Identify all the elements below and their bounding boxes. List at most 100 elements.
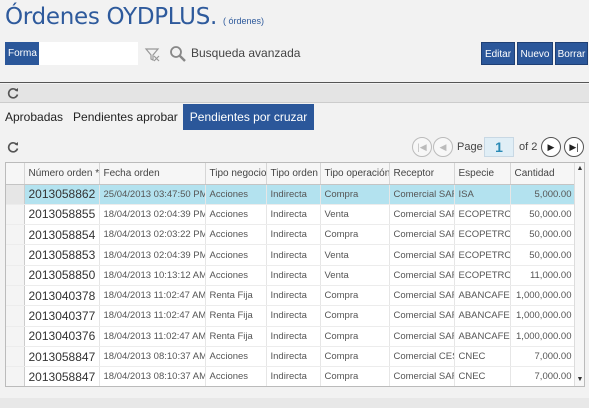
refresh-icon[interactable] [6, 86, 20, 100]
scroll-up-icon[interactable]: ▲ [576, 165, 584, 173]
cell-cantidad: 50,000.00 [510, 204, 576, 226]
cell-tipo-orden: Indirecta [266, 366, 321, 386]
cell-numero-orden: 2013040377 [24, 305, 100, 327]
table-row[interactable]: 2013040376 18/04/2013 11:02:47 AM Renta … [6, 326, 576, 347]
column-header-tipo-operacion[interactable]: Tipo operación [320, 163, 390, 185]
filter-clear-icon[interactable] [143, 45, 161, 63]
search-icon[interactable] [169, 45, 187, 63]
column-header-numero-orden[interactable]: Número orden * [24, 163, 100, 185]
cell-tipo-operacion: Compra [320, 346, 390, 368]
cell-tipo-orden: Indirecta [266, 305, 321, 327]
prev-page-icon[interactable]: ◀ [433, 137, 453, 157]
orders-grid: Número orden * Fecha orden Tipo negocio … [5, 162, 585, 387]
cell-tipo-operacion: Compra [320, 184, 390, 205]
cell-tipo-orden: Indirecta [266, 326, 321, 347]
page-subtitle-link[interactable]: ( órdenes) [223, 16, 264, 26]
tab-aprobadas[interactable]: Aprobadas [0, 104, 68, 130]
cell-fecha-orden: 18/04/2013 02:03:22 PM [99, 224, 206, 246]
table-row[interactable]: 2013040378 18/04/2013 11:02:47 AM Renta … [6, 285, 576, 307]
column-header-receptor[interactable]: Receptor [389, 163, 455, 185]
cell-tipo-negocio: Acciones [205, 265, 267, 286]
scroll-down-icon[interactable]: ▼ [576, 376, 584, 384]
row-selector[interactable] [6, 244, 25, 266]
table-row[interactable]: 2013040377 18/04/2013 11:02:47 AM Renta … [6, 305, 576, 327]
grid-refresh-icon[interactable] [6, 140, 20, 154]
cell-tipo-negocio: Acciones [205, 244, 267, 266]
row-selector[interactable] [6, 305, 25, 327]
column-header-tipo-negocio[interactable]: Tipo negocio [205, 163, 267, 185]
new-button[interactable]: Nuevo [517, 42, 553, 65]
cell-numero-orden: 2013058847 [24, 366, 100, 386]
cell-fecha-orden: 18/04/2013 08:10:37 AM [99, 346, 206, 368]
cell-fecha-orden: 18/04/2013 02:04:39 PM [99, 244, 206, 266]
tab-pendientes-aprobar[interactable]: Pendientes aprobar [68, 104, 183, 130]
table-row[interactable]: 2013058847 18/04/2013 08:10:37 AM Accion… [6, 346, 576, 368]
cell-fecha-orden: 18/04/2013 11:02:47 AM [99, 326, 206, 347]
next-page-icon[interactable]: ▶ [541, 137, 561, 157]
footer-strip [0, 398, 589, 408]
orders-table: Número orden * Fecha orden Tipo negocio … [6, 163, 576, 386]
row-selector[interactable] [6, 285, 25, 307]
cell-receptor: Comercial SAR [389, 184, 455, 205]
vertical-scrollbar[interactable]: ▲ ▼ [574, 163, 584, 386]
row-selector[interactable] [6, 204, 25, 226]
page-number-input[interactable]: 1 [484, 137, 514, 157]
table-row[interactable]: 2013058847 18/04/2013 08:10:37 AM Accion… [6, 366, 576, 386]
table-row[interactable]: 2013058855 18/04/2013 02:04:39 PM Accion… [6, 204, 576, 226]
cell-numero-orden: 2013058862 [24, 184, 100, 205]
cell-receptor: Comercial SAR [389, 204, 455, 226]
cell-fecha-orden: 18/04/2013 08:10:37 AM [99, 366, 206, 386]
cell-especie: ABANCAFE [454, 285, 511, 307]
page-count-label: of 2 [519, 141, 538, 153]
table-row[interactable]: 2013058854 18/04/2013 02:03:22 PM Accion… [6, 224, 576, 246]
first-page-icon[interactable]: |◀ [412, 137, 432, 157]
cell-cantidad: 5,000.00 [510, 184, 576, 205]
cell-tipo-negocio: Renta Fija [205, 285, 267, 307]
table-row[interactable]: 2013058862 25/04/2013 03:47:50 PM Accion… [6, 184, 576, 205]
delete-button[interactable]: Borrar [555, 42, 588, 65]
cell-tipo-orden: Indirecta [266, 184, 321, 205]
edit-button[interactable]: Editar [481, 42, 515, 65]
table-row[interactable]: 2013058853 18/04/2013 02:04:39 PM Accion… [6, 244, 576, 266]
column-header-fecha-orden[interactable]: Fecha orden [99, 163, 206, 185]
main-toolbar: Forma Busqueda avanzada Editar Nuevo Bor… [5, 41, 588, 66]
row-selector[interactable] [6, 224, 25, 246]
advanced-search-link[interactable]: Busqueda avanzada [191, 46, 300, 60]
cell-receptor: Comercial SAR [389, 305, 455, 327]
column-header-tipo-orden[interactable]: Tipo orden [266, 163, 321, 185]
cell-cantidad: 1,000,000.00 [510, 285, 576, 307]
table-row[interactable]: 2013058850 18/04/2013 10:13:12 AM Accion… [6, 265, 576, 286]
cell-especie: ECOPETROL [454, 224, 511, 246]
cell-cantidad: 50,000.00 [510, 244, 576, 266]
row-selector[interactable] [6, 326, 25, 347]
divider [0, 82, 589, 83]
row-selector[interactable] [6, 184, 25, 205]
column-header-especie[interactable]: Especie [454, 163, 511, 185]
cell-tipo-operacion: Compra [320, 224, 390, 246]
column-header-cantidad[interactable]: Cantidad [510, 163, 576, 185]
forma-input[interactable] [39, 42, 138, 65]
cell-especie: CNEC [454, 366, 511, 386]
cell-tipo-operacion: Venta [320, 244, 390, 266]
forma-label: Forma [5, 42, 39, 65]
cell-tipo-orden: Indirecta [266, 346, 321, 368]
cell-especie: ECOPETROL [454, 244, 511, 266]
cell-receptor: Comercial SAR [389, 285, 455, 307]
row-selector[interactable] [6, 366, 25, 386]
cell-fecha-orden: 18/04/2013 10:13:12 AM [99, 265, 206, 286]
cell-especie: ABANCAFE [454, 326, 511, 347]
cell-tipo-negocio: Renta Fija [205, 305, 267, 327]
row-selector[interactable] [6, 265, 25, 286]
cell-especie: CNEC [454, 346, 511, 368]
cell-tipo-operacion: Compra [320, 366, 390, 386]
orders-page: Órdenes OYDPLUS. ( órdenes) Forma Busque… [0, 0, 589, 408]
cell-especie: ISA [454, 184, 511, 205]
row-selector[interactable] [6, 346, 25, 368]
refresh-bar [0, 84, 589, 103]
cell-tipo-operacion: Compra [320, 305, 390, 327]
page-label: Page [457, 141, 483, 153]
page-header: Órdenes OYDPLUS. ( órdenes) [5, 4, 264, 38]
last-page-icon[interactable]: ▶| [564, 137, 584, 157]
tab-pendientes-por-cruzar[interactable]: Pendientes por cruzar [182, 104, 315, 130]
cell-receptor: Comercial CES [389, 346, 455, 368]
